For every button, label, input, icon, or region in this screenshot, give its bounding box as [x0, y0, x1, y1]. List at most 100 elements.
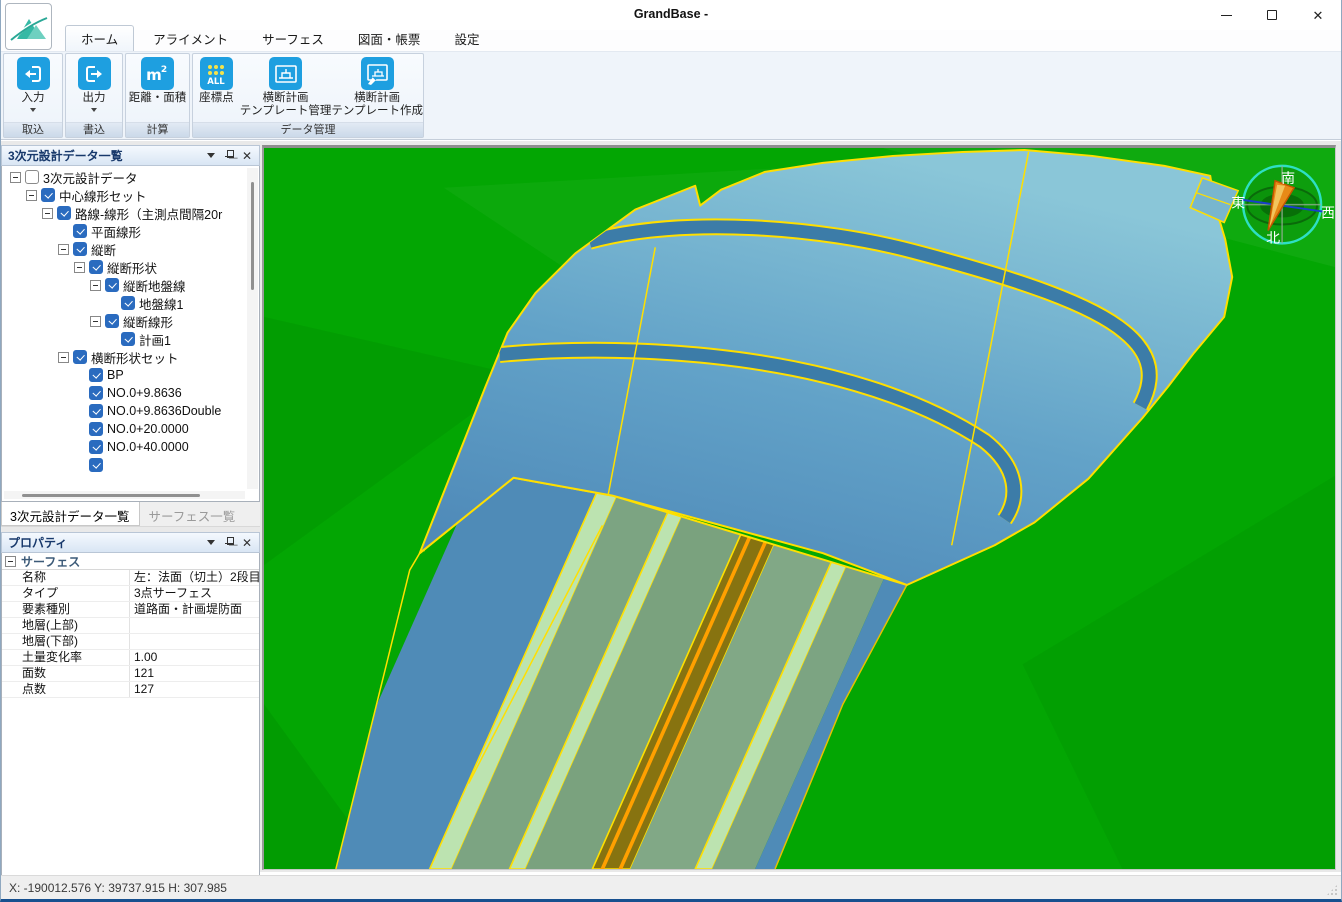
cross-template-manage-icon	[269, 57, 302, 90]
properties-grid: サーフェス 名称左：法面（切土）2段目 タイプ3点サーフェス 要素種別道路面・計…	[1, 553, 260, 901]
expander-icon[interactable]	[5, 556, 16, 567]
design-data-tree: 3次元設計データ 中心線形セット 路線-線形（主測点間隔20r 平面線形 縦断 …	[1, 166, 260, 502]
tree-panel-menu-button[interactable]	[203, 148, 219, 164]
tree-item[interactable]: NO.0+9.8636Double	[4, 402, 245, 420]
group-label-export: 書込	[66, 122, 122, 137]
compass-label-east: 東	[1231, 195, 1245, 211]
import-icon	[17, 57, 50, 90]
tree-item[interactable]: NO.0+20.0000	[4, 420, 245, 438]
expander-icon[interactable]	[90, 316, 101, 327]
maximize-button[interactable]	[1249, 0, 1295, 30]
area-measure-icon: m2	[141, 57, 174, 90]
minimize-icon	[1221, 15, 1232, 16]
close-icon: ✕	[242, 537, 252, 549]
tab-drawing-report[interactable]: 図面・帳票	[343, 26, 436, 51]
viewport-3d[interactable]: 南 北 東 西	[262, 145, 1336, 870]
group-label-import: 取込	[4, 122, 62, 137]
property-row: 要素種別道路面・計画堤防面	[2, 602, 259, 618]
checkbox-checked-icon[interactable]	[57, 206, 71, 220]
tree-item[interactable]: NO.0+9.8636	[4, 384, 245, 402]
tree-panel-close-button[interactable]: ✕	[239, 148, 255, 164]
scrollbar-thumb[interactable]	[251, 182, 254, 290]
tree-item[interactable]: 路線-線形（主測点間隔20r	[4, 204, 245, 222]
properties-menu-button[interactable]	[203, 535, 219, 551]
expander-icon[interactable]	[10, 172, 21, 183]
tree-item[interactable]: 横断形状セット	[4, 348, 245, 366]
app-logo[interactable]	[5, 3, 52, 50]
tree-vertical-scrollbar[interactable]	[247, 168, 258, 489]
close-button[interactable]: ✕	[1295, 0, 1341, 30]
checkbox-checked-icon[interactable]	[121, 332, 135, 346]
expander-icon[interactable]	[26, 190, 37, 201]
tab-surface[interactable]: サーフェス	[247, 26, 339, 51]
tab-surface-list[interactable]: サーフェス一覧	[140, 502, 245, 526]
svg-text:2: 2	[160, 65, 166, 75]
maximize-icon	[1267, 10, 1277, 20]
tab-alignment[interactable]: アライメント	[138, 26, 243, 51]
checkbox-checked-icon[interactable]	[89, 458, 103, 472]
checkbox-checked-icon[interactable]	[89, 440, 103, 454]
tree-item[interactable]: 縦断線形	[4, 312, 245, 330]
expander-icon[interactable]	[74, 262, 85, 273]
property-group-row[interactable]: サーフェス	[2, 553, 259, 570]
tree-item[interactable]: 縦断地盤線	[4, 276, 245, 294]
checkbox-checked-icon[interactable]	[89, 422, 103, 436]
properties-panel-title: プロパティ	[8, 534, 201, 551]
import-dropdown-caret[interactable]	[30, 108, 36, 112]
properties-close-button[interactable]: ✕	[239, 535, 255, 551]
checkbox-checked-icon[interactable]	[73, 242, 87, 256]
expander-icon[interactable]	[42, 208, 53, 219]
properties-pin-button[interactable]	[221, 535, 237, 551]
checkbox-checked-icon[interactable]	[89, 404, 103, 418]
ribbon-group-calc: m2 距離・面積 計算	[125, 53, 190, 138]
property-row: タイプ3点サーフェス	[2, 586, 259, 602]
compass-label-north: 北	[1266, 229, 1280, 245]
minimize-button[interactable]	[1203, 0, 1249, 30]
tree-item[interactable]: NO.0+40.0000	[4, 438, 245, 456]
checkbox-checked-icon[interactable]	[89, 260, 103, 274]
coordinate-points-icon: ALL	[200, 57, 233, 90]
tree-panel-pin-button[interactable]	[221, 148, 237, 164]
tree-item[interactable]: 地盤線1	[4, 294, 245, 312]
tree-item[interactable]: 計画1	[4, 330, 245, 348]
resize-grip-icon[interactable]	[1326, 884, 1338, 896]
group-label-data: データ管理	[193, 122, 423, 137]
tree-item[interactable]: 縦断	[4, 240, 245, 258]
checkbox-checked-icon[interactable]	[89, 368, 103, 382]
tree-item[interactable]: BP	[4, 366, 245, 384]
export-dropdown-caret[interactable]	[91, 108, 97, 112]
checkbox-checked-icon[interactable]	[105, 278, 119, 292]
tree-item[interactable]: 平面線形	[4, 222, 245, 240]
expander-icon[interactable]	[90, 280, 101, 291]
terrain-3d-scene: 南 北 東 西	[264, 148, 1335, 869]
tab-design-data-list[interactable]: 3次元設計データ一覧	[1, 502, 140, 526]
expander-icon[interactable]	[58, 244, 69, 255]
left-panel-column: 3次元設計データ一覧 ✕ 3次元設計データ 中心線形セット 路線-線形（主測点間…	[1, 145, 260, 872]
left-panel-tabs: 3次元設計データ一覧 サーフェス一覧	[1, 502, 260, 527]
checkbox-checked-icon[interactable]	[73, 350, 87, 364]
tree-item-partial[interactable]	[4, 456, 245, 474]
checkbox-checked-icon[interactable]	[73, 224, 87, 238]
tree-item[interactable]: 中心線形セット	[4, 186, 245, 204]
window-title: GrandBase -	[1, 7, 1341, 21]
close-icon: ✕	[1313, 9, 1324, 22]
compass-label-south: 南	[1281, 170, 1295, 186]
tree-item[interactable]: 縦断形状	[4, 258, 245, 276]
scrollbar-thumb[interactable]	[22, 494, 200, 497]
checkbox-checked-icon[interactable]	[41, 188, 55, 202]
tab-home[interactable]: ホーム	[65, 25, 134, 51]
ribbon-group-export: 出力 書込	[65, 53, 123, 138]
property-row: 地層(下部)	[2, 634, 259, 650]
checkbox-checked-icon[interactable]	[105, 314, 119, 328]
property-row: 地層(上部)	[2, 618, 259, 634]
tree-horizontal-scrollbar[interactable]	[4, 491, 245, 499]
checkbox-checked-icon[interactable]	[121, 296, 135, 310]
property-row: 点数127	[2, 682, 259, 698]
property-row: 面数121	[2, 666, 259, 682]
checkbox-checked-icon[interactable]	[89, 386, 103, 400]
checkbox-unchecked-icon[interactable]	[25, 170, 39, 184]
expander-icon[interactable]	[58, 352, 69, 363]
main-area: 3次元設計データ一覧 ✕ 3次元設計データ 中心線形セット 路線-線形（主測点間…	[1, 141, 1341, 872]
tab-settings[interactable]: 設定	[439, 26, 494, 51]
tree-item[interactable]: 3次元設計データ	[4, 168, 245, 186]
